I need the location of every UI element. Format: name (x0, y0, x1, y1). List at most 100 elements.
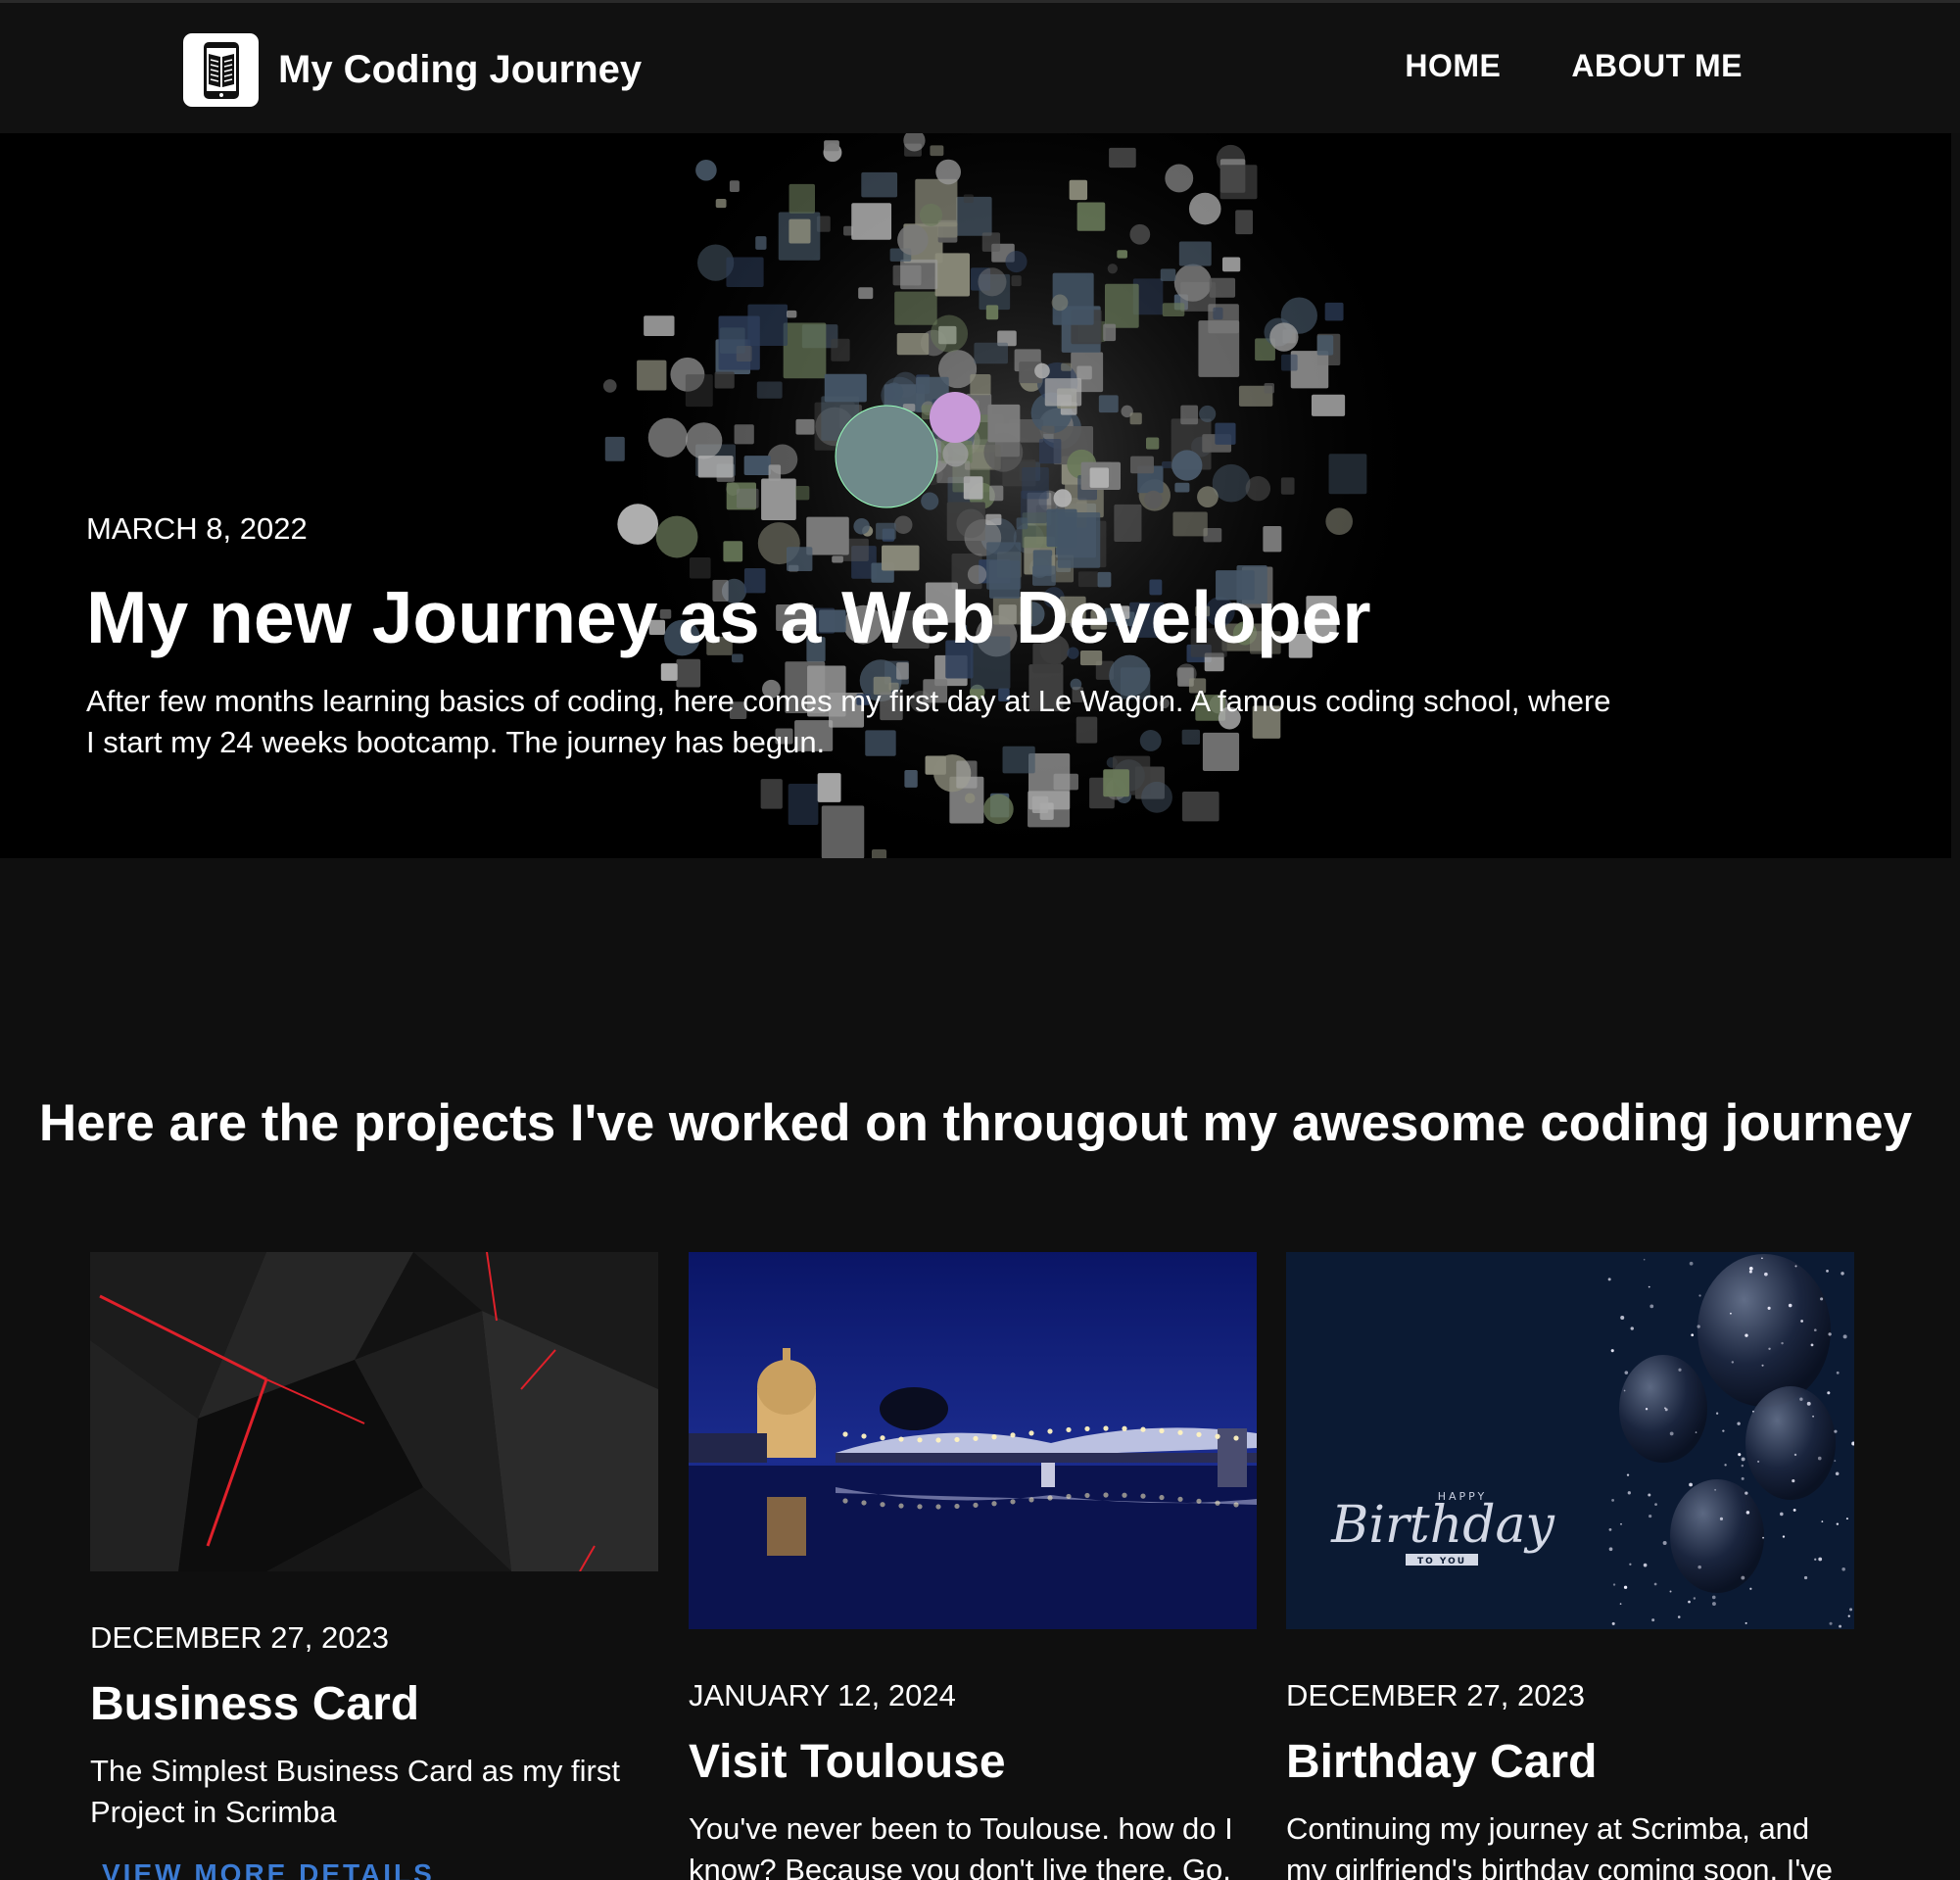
sparkle-dot (1711, 1602, 1716, 1606)
sparkle-dot (1645, 1408, 1649, 1411)
hero-gadget-shape (1129, 223, 1151, 245)
sparkle-dot (1829, 1621, 1833, 1625)
bridge-light (1066, 1493, 1072, 1500)
card-description: You've never been to Toulouse. how do I … (689, 1811, 1233, 1880)
bridge-light (1047, 1428, 1053, 1434)
hero-gadget-shape (900, 259, 938, 290)
bridge-light (1122, 1492, 1127, 1498)
hero-gadget-shape (795, 418, 815, 435)
project-card-birthday-card[interactable]: HAPPY Birthday TO YOU DECEMBER 27, 2023 … (1286, 1252, 1854, 1880)
card-title: Birthday Card (1286, 1736, 1598, 1788)
hero-gadget-shape (1146, 437, 1160, 450)
hero-gadget-shape (768, 464, 782, 481)
card-date: JANUARY 12, 2024 (689, 1678, 956, 1712)
sparkle-dot (1834, 1429, 1838, 1433)
sparkle-dot (1737, 1422, 1741, 1425)
hero-gadget-shape (974, 342, 1008, 364)
sparkle-dot (1745, 1621, 1747, 1624)
view-more-details-link[interactable]: VIEW MORE DETAILS (102, 1858, 435, 1880)
hero-gadget-shape (942, 441, 969, 467)
hero-gadget-shape (604, 436, 625, 461)
sparkle-dot (1627, 1491, 1631, 1495)
sparkle-dot (1608, 1547, 1613, 1552)
sparkle-dot (1610, 1349, 1614, 1353)
bridge-light (1084, 1425, 1090, 1432)
top-nav: My Coding Journey HOME ABOUT ME (0, 0, 1960, 133)
hero-gadget-shape (821, 805, 865, 858)
bridge-light (1010, 1499, 1016, 1505)
hero-gadget-shape (1171, 450, 1203, 481)
hero-gadget-shape (884, 382, 904, 402)
nav-link-home[interactable]: HOME (1405, 48, 1501, 84)
card-date: DECEMBER 27, 2023 (90, 1620, 389, 1655)
sparkle-dot (1845, 1518, 1848, 1520)
hero-gadget-shape (1011, 275, 1022, 287)
sparkle-dot (1788, 1303, 1793, 1308)
sparkle-dot (1841, 1567, 1845, 1571)
hero-gadget-shape (956, 196, 992, 236)
hero-gadget-shape (1263, 525, 1282, 553)
hero-gadget-shape (1130, 456, 1154, 474)
hero[interactable]: MARCH 8, 2022 My new Journey as a Web De… (0, 133, 1951, 858)
sparkle-dot (1803, 1575, 1808, 1580)
sparkle-dot (1768, 1347, 1771, 1351)
hero-gadget-shape (1199, 405, 1217, 422)
project-card-business-card[interactable]: DECEMBER 27, 2023 Business Card The Simp… (90, 1252, 658, 1880)
hero-gadget-shape (921, 492, 939, 510)
sparkle-dot (1664, 1407, 1666, 1410)
hero-gadget-shape (858, 287, 874, 300)
hero-gadget-shape (1041, 425, 1055, 434)
sparkle-dot (1619, 1603, 1622, 1605)
sparkle-dot (1689, 1482, 1693, 1487)
hero-gadget-shape (1028, 791, 1071, 828)
hero-gadget-shape (602, 379, 617, 393)
project-card-visit-toulouse[interactable]: JANUARY 12, 2024 Visit Toulouse You've n… (689, 1252, 1257, 1880)
sparkle-dot (1767, 1306, 1771, 1310)
birthday-script: Birthday (1330, 1496, 1554, 1555)
sparkle-dot (1722, 1429, 1725, 1432)
bridge-light (1215, 1500, 1220, 1506)
bridge-light (954, 1503, 960, 1510)
sparkle-dot (1688, 1600, 1691, 1604)
hero-gadget-shape (1182, 791, 1219, 822)
brand[interactable]: My Coding Journey (183, 33, 642, 107)
sparkle-dot (1741, 1464, 1745, 1468)
bridge-light (1103, 1492, 1109, 1498)
hero-gadget-shape (1069, 179, 1088, 201)
bridge-light (1177, 1496, 1183, 1502)
bridge-light (991, 1434, 997, 1440)
hero-disc-shape (930, 392, 980, 443)
book-phone-icon (183, 33, 259, 107)
sparkle-dot (1818, 1557, 1823, 1562)
sparkle-dot (1741, 1457, 1745, 1462)
bridge-light (898, 1436, 904, 1442)
sparkle-dot (1678, 1368, 1682, 1372)
hero-gadget-shape (985, 305, 999, 320)
sparkle-dot (1693, 1597, 1697, 1600)
hero-gadget-shape (817, 773, 841, 802)
hero-gadget-shape (1235, 210, 1254, 235)
hero-gadget-shape (1165, 164, 1194, 193)
hero-gadget-shape (981, 232, 1001, 252)
sparkle-dot (1814, 1558, 1817, 1561)
sparkle-dot (1651, 1618, 1655, 1622)
hero-title: My new Journey as a Web Developer (86, 576, 1371, 658)
hero-gadget-shape (832, 555, 843, 563)
nav-link-about-me[interactable]: ABOUT ME (1571, 48, 1743, 84)
hero-gadget-shape (1245, 476, 1271, 502)
sparkle-dot (1697, 1565, 1701, 1569)
sparkle-dot (1648, 1285, 1650, 1288)
sparkle-dot (1761, 1364, 1764, 1367)
hero-gadget-shape (726, 257, 764, 287)
sparkle-dot (1745, 1491, 1748, 1495)
hero-gadget-shape (983, 794, 1014, 825)
hero-gadget-shape (871, 848, 887, 858)
sparkle-dot (1793, 1453, 1797, 1457)
sparkle-dot (1607, 1277, 1611, 1281)
bridge-light (917, 1437, 923, 1443)
brand-name: My Coding Journey (278, 48, 643, 91)
hero-gadget-shape (1222, 257, 1241, 272)
hero-gadget-shape (1215, 422, 1236, 445)
hero-gadget-shape (1198, 320, 1240, 377)
hero-gadget-shape (831, 338, 850, 362)
